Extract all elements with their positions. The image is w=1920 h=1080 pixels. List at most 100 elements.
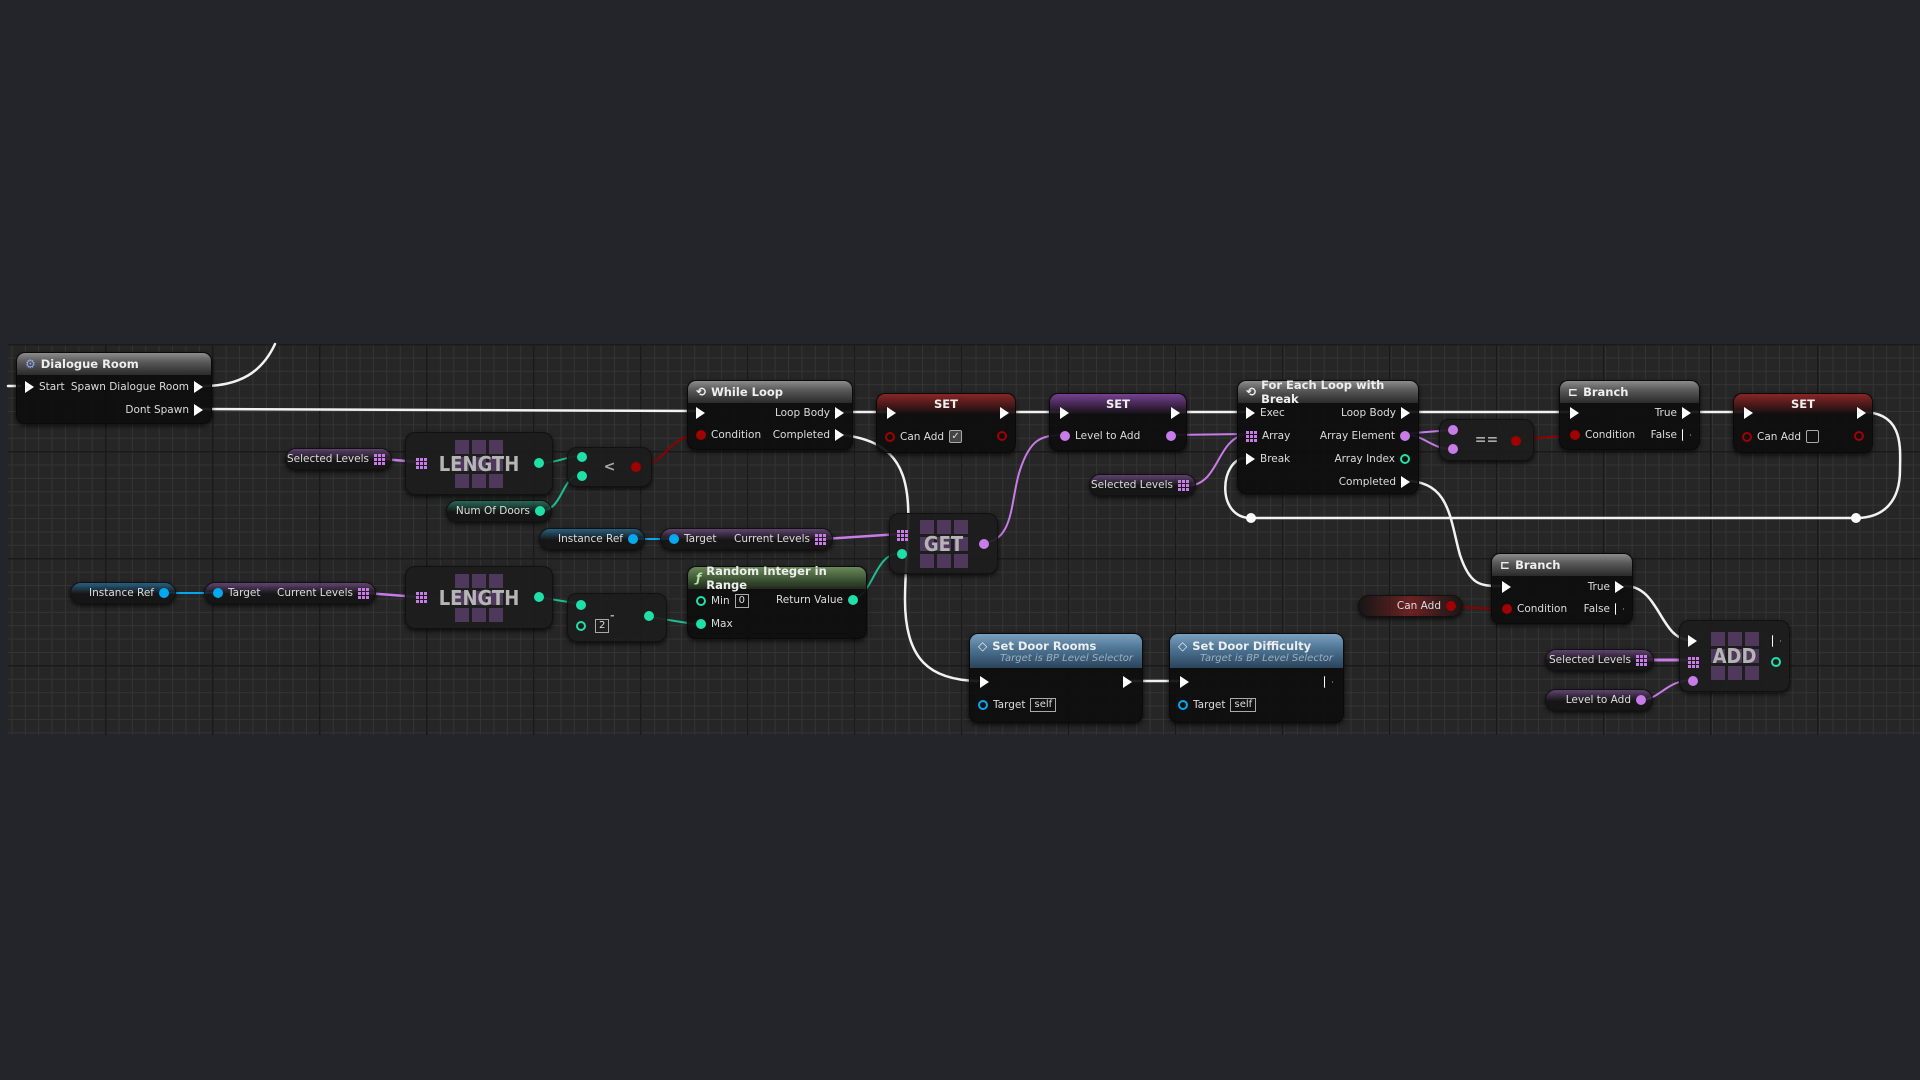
instance-ref-variable[interactable]: Instance Ref <box>539 528 645 550</box>
start-pin[interactable]: Start <box>25 381 65 393</box>
array-get-node[interactable]: GET <box>889 513 998 574</box>
bool-pin[interactable] <box>1446 601 1456 611</box>
exec-out-pin[interactable] <box>1857 407 1866 419</box>
instance-ref-variable[interactable]: Instance Ref <box>70 582 176 604</box>
array-pin[interactable]: Array <box>1246 430 1290 442</box>
random-integer-in-range-node[interactable]: ƒ Random Integer in Range Min 0 Max Retu… <box>687 564 867 639</box>
exec-in-pin[interactable] <box>696 407 705 419</box>
condition-pin[interactable]: Condition <box>1570 429 1635 441</box>
dialogue-room-node[interactable]: ⚙ Dialogue Room Start Spawn Dialogue Roo… <box>16 352 212 424</box>
can-add-checkbox[interactable]: ✓ <box>949 430 963 443</box>
function-call-icon: ◇ <box>1178 638 1188 653</box>
break-pin[interactable]: Break <box>1246 453 1290 465</box>
set-can-add-node[interactable]: SET Can Add ✓ <box>876 393 1016 453</box>
int-output-pin[interactable] <box>534 458 544 468</box>
return-value-pin[interactable]: Return Value <box>776 594 858 606</box>
equal-node[interactable]: == <box>1439 419 1534 461</box>
current-levels-pin[interactable]: Current Levels <box>734 533 826 545</box>
int-output-pin[interactable] <box>644 611 654 621</box>
selected-levels-variable[interactable]: Selected Levels <box>285 448 392 470</box>
object-pin[interactable] <box>159 588 169 598</box>
array-length-node[interactable]: LENGTH <box>405 566 553 629</box>
array-add-node[interactable]: ADD <box>1679 620 1790 692</box>
int-input-pin-b[interactable] <box>576 621 586 631</box>
array-element-pin[interactable]: Array Element <box>1320 430 1410 442</box>
can-add-checkbox[interactable] <box>1806 430 1820 443</box>
selected-levels-variable[interactable]: Selected Levels <box>1089 474 1196 496</box>
bool-output-pin[interactable] <box>1511 436 1521 446</box>
subtract-node[interactable]: 2 - <box>567 593 667 642</box>
min-value-field[interactable]: 0 <box>734 594 750 608</box>
completed-pin[interactable]: Completed <box>773 429 844 441</box>
target-pin[interactable]: Target self <box>978 698 1057 712</box>
bool-output-pin[interactable] <box>997 431 1007 441</box>
target-pin[interactable]: Target <box>669 533 716 545</box>
condition-pin[interactable]: Condition <box>1502 603 1567 615</box>
array-pin-icon[interactable] <box>374 453 385 465</box>
set-door-rooms-node[interactable]: ◇ Set Door Rooms Target is BP Level Selec… <box>969 633 1143 723</box>
target-pin[interactable]: Target <box>213 587 260 599</box>
exec-out-pin[interactable] <box>1123 676 1132 688</box>
struct-output-pin[interactable] <box>979 539 989 549</box>
condition-pin[interactable]: Condition <box>696 429 761 441</box>
exec-out-pin[interactable] <box>1324 676 1333 688</box>
true-pin[interactable]: True <box>1655 407 1691 419</box>
exec-pin[interactable]: Exec <box>1246 407 1285 419</box>
can-add-pin[interactable]: Can Add <box>1742 430 1820 443</box>
array-length-node[interactable]: LENGTH <box>405 432 553 495</box>
true-pin[interactable]: True <box>1588 581 1624 593</box>
exec-in-pin[interactable] <box>1744 407 1753 419</box>
exec-out-pin[interactable] <box>1000 407 1009 419</box>
int-pin[interactable] <box>535 506 545 516</box>
exec-in-pin[interactable] <box>887 407 896 419</box>
bool-output-pin[interactable] <box>631 462 641 472</box>
spawn-dialogue-room-pin[interactable]: Spawn Dialogue Room <box>71 381 203 393</box>
for-each-loop-with-break-node[interactable]: ⟲ For Each Loop with Break Exec Array Br… <box>1237 378 1419 494</box>
dont-spawn-pin[interactable]: Dont Spawn <box>125 404 203 416</box>
current-levels-getter[interactable]: Target Current Levels <box>660 528 833 550</box>
num-of-doors-variable[interactable]: Num Of Doors <box>446 500 552 522</box>
exec-in-pin[interactable] <box>1060 407 1069 419</box>
current-levels-getter[interactable]: Target Current Levels <box>204 582 376 604</box>
exec-in-pin[interactable] <box>1180 676 1189 688</box>
loop-body-pin[interactable]: Loop Body <box>1341 407 1410 419</box>
target-pin[interactable]: Target self <box>1178 698 1257 712</box>
set-level-to-add-node[interactable]: SET Level to Add <box>1049 393 1187 451</box>
exec-out-pin[interactable] <box>1171 407 1180 419</box>
struct-pin[interactable] <box>1636 695 1646 705</box>
subtract-value-field[interactable]: 2 <box>595 619 610 633</box>
int-input-pin-a[interactable] <box>576 600 586 610</box>
while-loop-node[interactable]: ⟲ While Loop Condition Loop Body Complet… <box>687 380 853 450</box>
can-add-pin[interactable]: Can Add ✓ <box>885 430 963 443</box>
array-pin-icon[interactable] <box>1636 654 1647 666</box>
exec-in-pin[interactable] <box>1502 581 1511 593</box>
current-levels-pin[interactable]: Current Levels <box>277 587 369 599</box>
level-to-add-pin[interactable]: Level to Add <box>1060 430 1140 442</box>
branch-node[interactable]: ⊏ Branch Condition True False <box>1491 553 1633 624</box>
struct-input-pin[interactable] <box>1688 676 1698 686</box>
false-pin[interactable]: False <box>1651 429 1691 441</box>
exec-in-pin[interactable] <box>980 676 989 688</box>
bool-output-pin[interactable] <box>1854 431 1864 441</box>
set-door-difficulty-node[interactable]: ◇ Set Door Difficulty Target is BP Level … <box>1169 633 1344 723</box>
false-pin[interactable]: False <box>1584 603 1624 615</box>
exec-pin-icon <box>1682 407 1691 419</box>
branch-node[interactable]: ⊏ Branch Condition True False <box>1559 380 1700 450</box>
set-can-add-node[interactable]: SET Can Add <box>1733 393 1873 453</box>
loop-body-pin[interactable]: Loop Body <box>775 407 844 419</box>
array-index-pin[interactable]: Array Index <box>1334 453 1410 465</box>
exec-in-pin[interactable] <box>1570 407 1579 419</box>
min-pin[interactable]: Min 0 <box>696 594 750 608</box>
int-output-pin[interactable] <box>534 592 544 602</box>
less-than-node[interactable]: < <box>567 447 652 487</box>
selected-levels-variable[interactable]: Selected Levels <box>1545 649 1654 671</box>
can-add-variable[interactable]: Can Add <box>1358 595 1463 617</box>
completed-pin[interactable]: Completed <box>1339 476 1410 488</box>
max-pin[interactable]: Max <box>696 618 733 630</box>
exec-out-pin[interactable] <box>1772 635 1781 647</box>
int-output-pin[interactable] <box>1771 657 1781 667</box>
object-pin[interactable] <box>628 534 638 544</box>
array-pin-icon[interactable] <box>1178 479 1189 491</box>
struct-output-pin[interactable] <box>1166 431 1176 441</box>
level-to-add-variable[interactable]: Level to Add <box>1545 689 1653 711</box>
